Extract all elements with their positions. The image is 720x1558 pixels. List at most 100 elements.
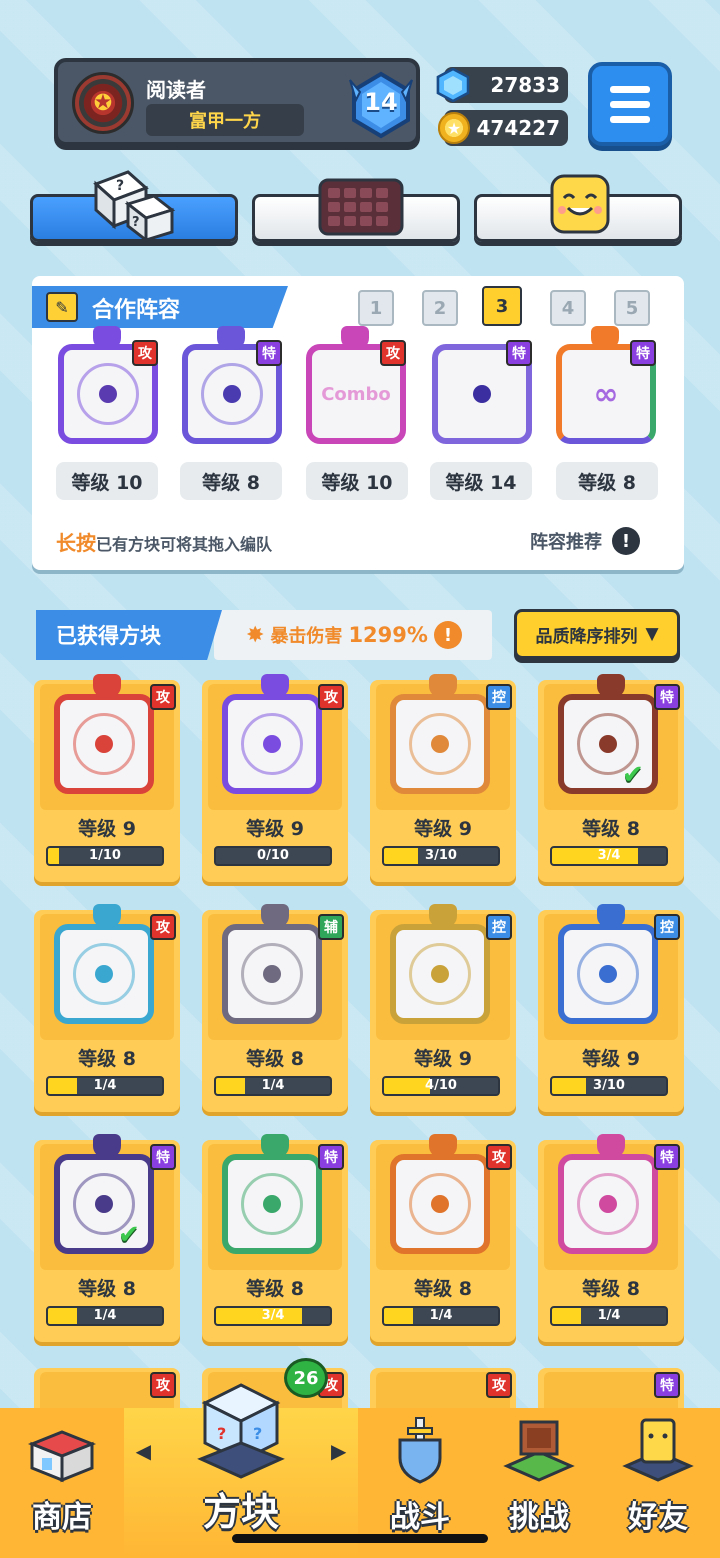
block-type-tag: 攻 — [380, 340, 406, 366]
owned-card[interactable]: 攻等级 8 1/4 — [34, 904, 180, 1112]
owned-card[interactable]: 控等级 9 3/10 — [370, 674, 516, 882]
card-progress-text: 1/4 — [261, 1078, 285, 1093]
team-slot-1[interactable]: 1 — [358, 290, 394, 326]
team-slot-2[interactable]: 2 — [422, 290, 458, 326]
block-type-tag: 控 — [486, 684, 512, 710]
block-type-tag: 攻 — [150, 1372, 176, 1398]
card-level: 等级 9 — [582, 1048, 640, 1070]
dragon-horn-icon — [429, 674, 457, 698]
sort-dropdown[interactable]: 品质降序排列 ▼ — [514, 609, 680, 659]
combo-text: Combo — [321, 383, 391, 405]
card-progress-text: 1/10 — [89, 848, 121, 863]
edit-pencil-icon[interactable]: ✎ — [46, 292, 78, 322]
card-progress-bar: 1/4 — [46, 1076, 164, 1096]
nav-challenge[interactable]: 挑战 — [482, 1408, 596, 1558]
card-level: 等级 9 — [246, 818, 304, 840]
owned-card[interactable]: 特等级 8 1/4 — [538, 1134, 684, 1342]
gem-amount: 27833 — [490, 73, 560, 97]
coin-icon-overlay: ★ — [438, 112, 470, 144]
check-icon: ✔ — [622, 760, 644, 790]
dragon-horn-icon — [597, 904, 625, 928]
block-frame — [222, 1154, 322, 1254]
dragon-horn-icon — [93, 904, 121, 928]
block-type-tag: 攻 — [132, 340, 158, 366]
block-type-tag: 特 — [654, 1372, 680, 1398]
crit-info-icon[interactable]: ! — [433, 621, 462, 649]
rank-badge: 14 — [346, 70, 416, 140]
dragon-horn-icon — [597, 674, 625, 698]
team-block-3[interactable]: Combo 攻 — [302, 326, 408, 450]
block-frame — [54, 924, 154, 1024]
block-type-tag: 控 — [654, 914, 680, 940]
card-progress-bar: 1/4 — [214, 1076, 332, 1096]
player-name: 阅读者 — [146, 78, 206, 102]
card-level: 等级 8 — [246, 1048, 304, 1070]
team-slot-4[interactable]: 4 — [550, 290, 586, 326]
team-slot-5[interactable]: 5 — [614, 290, 650, 326]
dragon-horn-icon — [341, 326, 369, 350]
card-progress-text: 3/10 — [593, 1078, 625, 1093]
card-progress-bar: 1/4 — [46, 1306, 164, 1326]
owned-card[interactable]: 控等级 9 3/10 — [538, 904, 684, 1112]
dragon-horn-icon — [93, 326, 121, 350]
owned-card[interactable]: 攻等级 9 1/10 — [34, 674, 180, 882]
team-block-2-level: 等级 8 — [180, 462, 282, 500]
block-frame — [390, 1154, 490, 1254]
team-slot-3[interactable]: 3 — [482, 286, 522, 326]
triangle-down-icon: ▼ — [645, 624, 659, 644]
team-block-1[interactable]: 攻 — [54, 326, 160, 450]
block-type-tag: 攻 — [486, 1372, 512, 1398]
info-icon: ! — [612, 527, 640, 555]
card-progress-bar: 1/4 — [382, 1306, 500, 1326]
owned-card[interactable]: 特 ✔ 等级 8 1/4 — [34, 1134, 180, 1342]
signboard-icon — [503, 1420, 575, 1482]
card-progress-text: 1/4 — [597, 1308, 621, 1323]
shop-icon — [27, 1430, 97, 1483]
crit-value: 1299% — [348, 623, 428, 647]
arrow-left-icon: ◀ — [135, 1439, 151, 1463]
dragon-horn-icon — [261, 1134, 289, 1158]
card-progress-bar: 3/10 — [550, 1076, 668, 1096]
team-block-5-level: 等级 8 — [556, 462, 658, 500]
owned-card[interactable]: 控等级 9 4/10 — [370, 904, 516, 1112]
block-type-tag: 特 — [630, 340, 656, 366]
card-progress-text: 1/4 — [93, 1308, 117, 1323]
block-type-tag: 辅 — [318, 914, 344, 940]
nav-friends[interactable]: 好友 — [596, 1408, 720, 1558]
drag-hint-accent: 长按 — [56, 531, 96, 555]
block-type-tag: 特 — [318, 1144, 344, 1170]
profile-card[interactable]: ✪ 阅读者 富甲一方 14 — [54, 58, 420, 146]
menu-icon-line — [610, 85, 650, 93]
blocks-icon: ? ? — [197, 1383, 285, 1479]
owned-card[interactable]: 辅等级 8 1/4 — [202, 904, 348, 1112]
player-title-badge: 富甲一方 — [146, 104, 304, 136]
team-block-5[interactable]: ∞ 特 — [552, 326, 658, 450]
recommend-link[interactable]: 阵容推荐 ! — [530, 527, 640, 555]
owned-card[interactable]: 特 ✔ 等级 8 3/4 — [538, 674, 684, 882]
block-frame — [222, 694, 322, 794]
card-progress-text: 1/4 — [93, 1078, 117, 1093]
avatar: ✪ — [72, 72, 134, 134]
dragon-horn-icon — [597, 1134, 625, 1158]
card-level: 等级 8 — [78, 1048, 136, 1070]
team-block-2[interactable]: 特 — [178, 326, 284, 450]
card-progress-bar: 4/10 — [382, 1076, 500, 1096]
team-block-4[interactable]: 特 — [428, 340, 534, 450]
card-level: 等级 8 — [414, 1278, 472, 1300]
dragon-horn-icon — [261, 674, 289, 698]
nav-challenge-label: 挑战 — [509, 1500, 569, 1535]
sort-label: 品质降序排列 — [535, 626, 638, 647]
home-indicator[interactable] — [232, 1534, 488, 1543]
gem-icon-overlay — [436, 67, 470, 103]
owned-card[interactable]: 攻等级 9 0/10 — [202, 674, 348, 882]
drag-hint: 长按已有方块可将其拖入编队 — [56, 527, 272, 556]
friend-block-icon — [622, 1418, 694, 1482]
owned-card[interactable]: 攻等级 8 1/4 — [370, 1134, 516, 1342]
crit-label: 暴击伤害 — [270, 626, 343, 647]
card-progress-bar: 3/4 — [550, 846, 668, 866]
nav-shop[interactable]: 商店 — [0, 1408, 124, 1558]
block-frame — [222, 924, 322, 1024]
menu-button[interactable] — [588, 62, 672, 146]
team-title: 合作阵容 — [92, 298, 181, 323]
owned-card[interactable]: 特等级 8 3/4 — [202, 1134, 348, 1342]
